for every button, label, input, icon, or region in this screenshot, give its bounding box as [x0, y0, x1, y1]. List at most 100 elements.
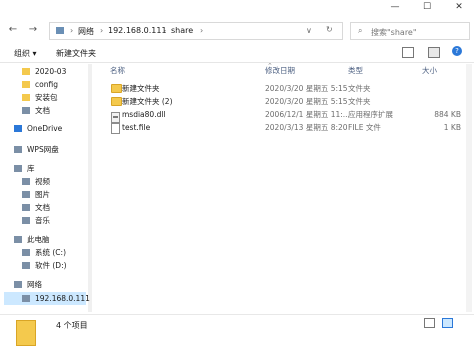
nav-item[interactable]: 网络 [0, 278, 86, 291]
forward-button[interactable]: → [26, 23, 40, 37]
chevron-down-icon[interactable]: ∨ [306, 26, 312, 35]
details-view-icon[interactable] [424, 318, 435, 328]
document-icon [22, 107, 30, 114]
column-header-type[interactable]: 类型 [348, 65, 363, 76]
folder-icon [22, 94, 30, 101]
nav-item-label: OneDrive [27, 124, 63, 133]
nav-item[interactable]: WPS网盘 [0, 143, 86, 156]
nav-item[interactable]: 192.168.0.111 [4, 292, 90, 305]
file-modified: 2020/3/20 星期五 5:15 [265, 84, 348, 93]
nav-item-label: 库 [27, 164, 35, 173]
nav-item-label: config [35, 80, 58, 89]
file-icon [111, 123, 120, 134]
address-bar[interactable]: › 网络 › 192.168.0.111 › share › ∨ ↻ [49, 22, 343, 40]
column-header-modified[interactable]: 修改日期 [265, 65, 295, 76]
nav-item[interactable]: 此电脑 [0, 233, 86, 246]
search-input[interactable]: ⌕ 搜索"share" [350, 22, 470, 40]
nav-item-label: 网络 [27, 280, 42, 289]
music-icon [22, 217, 30, 224]
back-button[interactable]: ← [6, 23, 20, 37]
arrow-right-icon: → [28, 24, 38, 35]
maximize-button[interactable]: ☐ [412, 0, 442, 16]
nav-item[interactable]: 图片 [0, 188, 86, 201]
file-row[interactable]: 新建文件夹 2020/3/20 星期五 5:15 文件夹 [110, 82, 465, 95]
cloud-icon [14, 125, 22, 132]
folder-icon [111, 97, 122, 106]
file-name: 新建文件夹 [122, 84, 160, 93]
minimize-button[interactable]: — [380, 0, 410, 16]
drive-icon [22, 249, 30, 256]
folder-icon [111, 84, 122, 93]
document-icon [22, 204, 30, 211]
breadcrumb-item[interactable]: 192.168.0.111 [108, 26, 167, 35]
library-icon [14, 165, 22, 172]
file-row[interactable]: msdia80.dll 2006/12/1 星期五 11:... 应用程序扩展 884… [110, 108, 465, 123]
nav-item-label: 音乐 [35, 216, 50, 225]
refresh-icon[interactable]: ↻ [326, 25, 333, 34]
file-type: 文件夹 [348, 84, 371, 93]
search-placeholder: 搜索"share" [371, 28, 417, 37]
command-toolbar: 组织 ▾ 新建文件夹 ? [0, 44, 474, 63]
file-name: test.file [122, 123, 151, 132]
breadcrumb-item[interactable]: 网络 [78, 26, 94, 37]
nav-item[interactable]: config [0, 78, 86, 91]
nav-item-label: WPS网盘 [27, 145, 59, 154]
file-row[interactable]: test.file 2020/3/13 星期五 8:20 FILE 文件 1 KB [110, 121, 465, 134]
file-name: msdia80.dll [122, 110, 166, 119]
nav-item[interactable]: OneDrive [0, 122, 86, 135]
nav-item[interactable]: 文档 [0, 104, 86, 117]
nav-item[interactable]: 2020-03 [0, 65, 86, 78]
close-button[interactable]: ✕ [444, 0, 474, 16]
picture-icon [22, 191, 30, 198]
preview-pane-icon[interactable] [428, 47, 440, 58]
wps-cloud-icon [14, 146, 22, 153]
nav-item[interactable]: 文档 [0, 201, 86, 214]
title-bar: — ☐ ✕ [0, 0, 474, 16]
file-modified: 2020/3/13 星期五 8:20 [265, 123, 348, 132]
nav-item-label: 系统 (C:) [35, 248, 66, 257]
nav-item[interactable]: 视频 [0, 175, 86, 188]
address-row: ← → › 网络 › 192.168.0.111 › share › ∨ ↻ ⌕… [0, 18, 474, 44]
network-icon [56, 27, 64, 34]
file-modified: 2020/3/20 星期五 5:15 [265, 97, 348, 106]
drive-icon [22, 262, 30, 269]
column-header-size[interactable]: 大小 [422, 65, 437, 76]
file-modified: 2006/12/1 星期五 11:... [265, 110, 350, 119]
new-folder-button[interactable]: 新建文件夹 [56, 48, 96, 59]
file-size: 884 KB [434, 110, 461, 119]
folder-icon [22, 68, 30, 75]
folder-icon [22, 81, 30, 88]
file-row[interactable]: 新建文件夹 (2) 2020/3/20 星期五 5:15 文件夹 [110, 95, 465, 108]
computer-icon [14, 236, 22, 243]
list-scrollbar[interactable] [466, 64, 472, 312]
organize-menu[interactable]: 组织 ▾ [14, 48, 37, 59]
nav-item-label: 文档 [35, 203, 50, 212]
breadcrumb-item[interactable]: share [171, 26, 193, 35]
nav-scrollbar[interactable] [88, 64, 92, 312]
view-options-icon[interactable] [402, 47, 414, 58]
file-type: 文件夹 [348, 97, 371, 106]
nav-item[interactable]: 软件 (D:) [0, 259, 86, 272]
nav-item[interactable]: 库 [0, 162, 86, 175]
nav-item[interactable]: 安装包 [0, 91, 86, 104]
nav-item-label: 2020-03 [35, 67, 67, 76]
large-icons-view-icon[interactable] [442, 318, 453, 328]
nav-item-label: 图片 [35, 190, 50, 199]
nav-item-label: 视频 [35, 177, 50, 186]
file-list: ⌃ 名称 修改日期 类型 大小 新建文件夹 2020/3/20 星期五 5:15 文… [100, 62, 474, 314]
help-icon[interactable]: ? [452, 46, 462, 56]
nav-item-label: 此电脑 [27, 235, 50, 244]
folder-icon [16, 320, 36, 346]
item-count: 4 个项目 [56, 321, 88, 330]
network-icon [14, 281, 22, 288]
nav-item[interactable]: 系统 (C:) [0, 246, 86, 259]
nav-item-label: 安装包 [35, 93, 58, 102]
search-icon: ⌕ [358, 26, 363, 35]
nav-item-label: 文档 [35, 106, 50, 115]
file-name: 新建文件夹 (2) [122, 97, 173, 106]
file-type: 应用程序扩展 [348, 110, 393, 119]
nav-item[interactable]: 音乐 [0, 214, 86, 227]
file-type: FILE 文件 [348, 123, 381, 132]
column-header-name[interactable]: 名称 [110, 65, 125, 76]
network-computer-icon [22, 295, 30, 302]
